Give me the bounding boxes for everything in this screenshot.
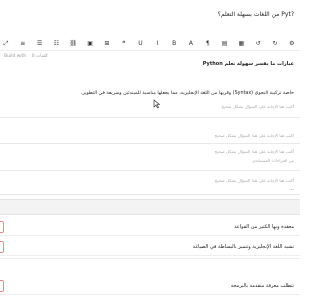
underline-icon[interactable]: U [137, 40, 145, 48]
divider [0, 143, 300, 144]
image-icon[interactable]: ▤ [221, 40, 229, 48]
text-color-icon[interactable]: A [187, 40, 195, 48]
divider [0, 194, 300, 195]
more-indicator: ... [289, 186, 294, 192]
italic-icon[interactable]: I [153, 40, 161, 48]
divider [0, 258, 300, 259]
option-text: معقدة وبها الكثير من القواعد [234, 224, 294, 230]
option-marker[interactable] [0, 221, 4, 233]
list-unordered-icon[interactable]: ☷ [52, 40, 60, 48]
built-with-label: Build with [4, 54, 27, 59]
settings-icon[interactable]: ⚙ [288, 40, 296, 48]
list-ordered-icon[interactable]: ☰ [36, 40, 44, 48]
answer-option[interactable]: تشبه اللغة الإنجليزية وتتميز بالبساطة في… [0, 238, 300, 256]
options-section-band [0, 199, 300, 215]
align-left-icon[interactable]: ≡ [19, 40, 27, 48]
editor-meta: Build with 0 كلمات [4, 54, 52, 59]
undo-icon[interactable]: ↺ [254, 40, 262, 48]
divider [0, 170, 300, 171]
editor-toolbar: ⤢ ≡ ☰ ☷ ⛓ ▣ ⊞ ❝ U I B A ¶ ▤ ▦ ↺ ↻ ⚙ [0, 37, 300, 51]
media-icon[interactable]: ▣ [86, 40, 94, 48]
quote-icon[interactable]: ❝ [120, 40, 128, 48]
option-marker[interactable] [0, 241, 4, 253]
redo-icon[interactable]: ↻ [271, 40, 279, 48]
question-title: ?Pyt من اللغات بسهلة التعلم؟ [217, 11, 294, 18]
user-suggestion-hint: من اقتراحات المستخدم [252, 158, 294, 163]
option-text: تشبه اللغة الإنجليزية وتتميز بالبساطة في… [192, 244, 294, 250]
divider [0, 117, 300, 118]
option-marker[interactable] [0, 280, 4, 292]
word-count: 0 كلمات [31, 54, 48, 59]
editor-heading[interactable]: عبارات ما يفسر سهولة تعلم Python [2, 61, 294, 67]
question-editor-page: ?Pyt من اللغات بسهلة التعلم؟ ⤢ ≡ ☰ ☷ ⛓ ▣ ⊞ ❝ U I B… [0, 0, 300, 300]
fullscreen-icon[interactable]: ⤢ [2, 40, 10, 48]
code-block-icon[interactable]: ⊞ [103, 40, 111, 48]
mouse-cursor-icon [153, 99, 161, 109]
answer-hint: اكتب هنا الإجابة على هذا السؤال بشكل صحي… [214, 133, 294, 138]
answer-hint: أكتب هنا الإجابة على هذا السؤال بشكل صحي… [214, 178, 294, 183]
bold-icon[interactable]: B [170, 40, 178, 48]
answer-option[interactable]: تتطلب معرفة متقدمة بالبرمجة [0, 277, 300, 295]
answer-hint: أكتب هنا الإجابة على السؤال بشكل صحيح [221, 104, 294, 109]
answer-option[interactable]: معقدة وبها الكثير من القواعد [0, 218, 300, 236]
link-icon[interactable]: ⛓ [69, 40, 77, 48]
table-icon[interactable]: ▦ [237, 40, 245, 48]
option-text: تتطلب معرفة متقدمة بالبرمجة [230, 283, 294, 289]
heading-icon[interactable]: ¶ [204, 40, 212, 48]
editor-body-text[interactable]: خاصة تركيبة النحوي (Syntax) وقربها من ال… [2, 91, 294, 96]
answer-hint: أكتب هنا الإجابة على هذا السؤال بشكل صحي… [214, 149, 294, 154]
